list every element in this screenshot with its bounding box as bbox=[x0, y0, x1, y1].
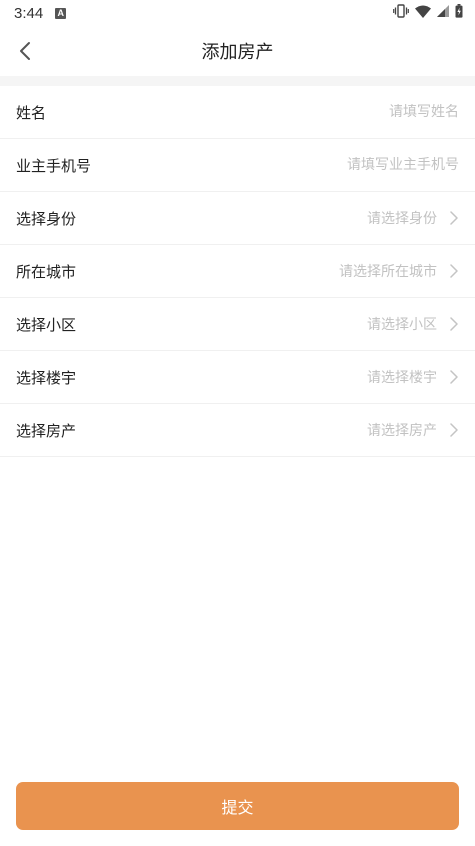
section-divider bbox=[0, 76, 475, 86]
community-select-value: 请选择小区 bbox=[367, 314, 459, 334]
app-bar: 添加房产 bbox=[0, 26, 475, 76]
battery-icon bbox=[455, 4, 463, 22]
property-placeholder: 请选择房产 bbox=[367, 423, 437, 439]
chevron-right-icon bbox=[449, 317, 459, 331]
status-time: 3:44 bbox=[14, 4, 44, 22]
building-select[interactable]: 选择楼宇 请选择楼宇 bbox=[0, 351, 475, 404]
add-property-form: 姓名 业主手机号 选择身份 请选择身份 所在城市 请选择所在城市 选择小区 请选… bbox=[0, 86, 475, 457]
wifi-icon bbox=[415, 5, 431, 22]
city-select-value: 请选择所在城市 bbox=[339, 261, 459, 281]
building-label: 选择楼宇 bbox=[16, 368, 77, 387]
city-select[interactable]: 所在城市 请选择所在城市 bbox=[0, 245, 475, 298]
name-label: 姓名 bbox=[16, 103, 47, 122]
property-select[interactable]: 选择房产 请选择房产 bbox=[0, 404, 475, 457]
city-placeholder: 请选择所在城市 bbox=[339, 264, 437, 280]
identity-select[interactable]: 选择身份 请选择身份 bbox=[0, 192, 475, 245]
identity-placeholder: 请选择身份 bbox=[367, 211, 437, 227]
identity-label: 选择身份 bbox=[16, 209, 77, 228]
back-button[interactable] bbox=[12, 38, 38, 64]
owner-phone-label: 业主手机号 bbox=[16, 156, 92, 175]
owner-phone-input[interactable] bbox=[239, 157, 459, 173]
name-input[interactable] bbox=[239, 104, 459, 120]
community-label: 选择小区 bbox=[16, 315, 77, 334]
city-label: 所在城市 bbox=[16, 262, 77, 281]
chevron-right-icon bbox=[449, 370, 459, 384]
property-label: 选择房产 bbox=[16, 421, 77, 440]
form-row-name: 姓名 bbox=[0, 86, 475, 139]
identity-select-value: 请选择身份 bbox=[367, 208, 459, 228]
chevron-right-icon bbox=[449, 211, 459, 225]
chevron-right-icon bbox=[449, 264, 459, 278]
submit-label: 提交 bbox=[221, 798, 254, 817]
notification-a-icon: A bbox=[55, 7, 67, 19]
community-select[interactable]: 选择小区 请选择小区 bbox=[0, 298, 475, 351]
chevron-left-icon bbox=[20, 42, 30, 60]
notification-letter: A bbox=[57, 7, 64, 18]
page-title: 添加房产 bbox=[201, 42, 274, 63]
community-placeholder: 请选择小区 bbox=[367, 317, 437, 333]
status-icons bbox=[393, 4, 463, 22]
property-select-value: 请选择房产 bbox=[367, 420, 459, 440]
chevron-right-icon bbox=[449, 423, 459, 437]
status-bar: 3:44 A bbox=[0, 0, 475, 26]
submit-button[interactable]: 提交 bbox=[16, 782, 459, 830]
form-row-owner-phone: 业主手机号 bbox=[0, 139, 475, 192]
building-placeholder: 请选择楼宇 bbox=[367, 370, 437, 386]
signal-icon bbox=[437, 5, 449, 21]
building-select-value: 请选择楼宇 bbox=[367, 367, 459, 387]
vibrate-icon bbox=[393, 4, 409, 22]
